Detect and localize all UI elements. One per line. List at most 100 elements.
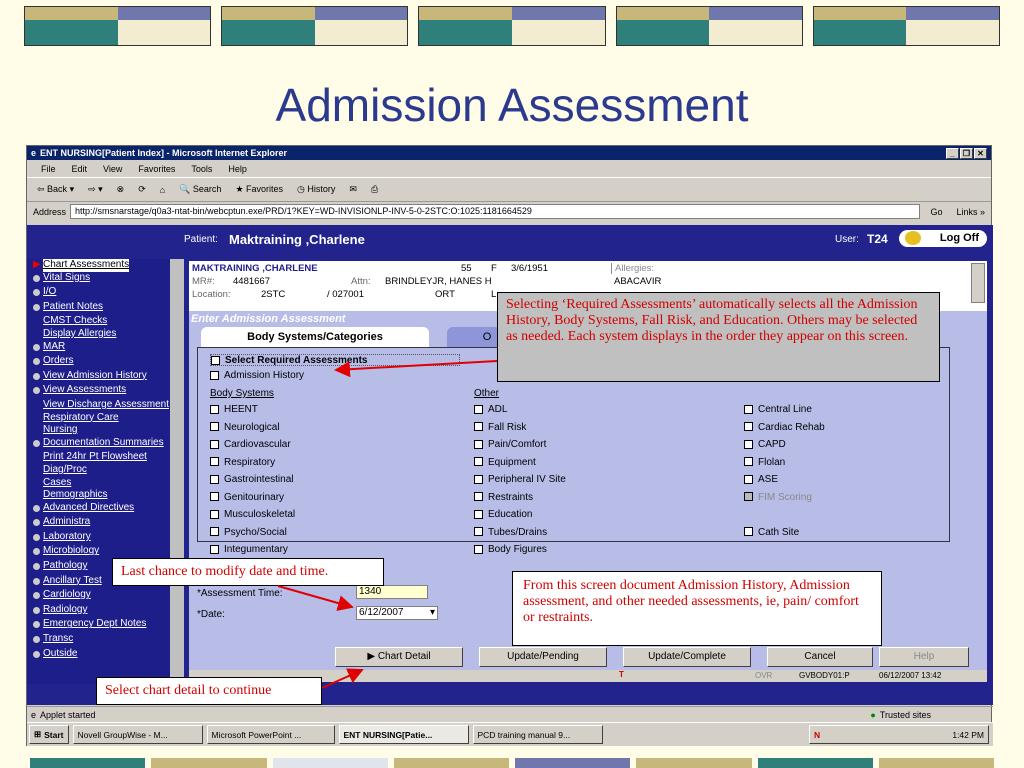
assessment-checkbox[interactable]: Restraints [474,492,566,510]
sidebar-item[interactable]: ▶ Chart Assessments [27,259,184,272]
mail-icon[interactable]: ✉ [349,184,357,195]
assessment-checkbox[interactable]: ADL [474,404,566,422]
assessment-checkbox[interactable]: Gastrointestinal [210,474,295,492]
back-button[interactable]: ⇦ Back ▾ [37,184,74,195]
help-button[interactable]: Help [879,647,969,667]
sidebar-item[interactable]: Radiology [27,604,184,619]
sidebar-item[interactable]: Patient Notes [27,301,184,316]
task-pcd-manual[interactable]: PCD training manual 9... [472,725,603,744]
assessment-checkbox[interactable]: Genitourinary [210,492,295,510]
admission-history-checkbox[interactable]: Admission History [210,370,304,381]
sidebar-item[interactable]: Documentation Summaries [27,437,184,452]
ie-icon: e [31,148,37,158]
forward-button[interactable]: ⇨ ▾ [88,184,103,195]
sidebar-item[interactable]: Diag/Proc [27,464,184,477]
bullet-icon [33,606,40,614]
assessment-checkbox[interactable]: Musculoskeletal [210,509,295,527]
assessment-checkbox[interactable]: Cath Site [744,527,825,545]
sidebar-item[interactable]: Nursing [27,424,184,437]
assessment-checkbox[interactable]: HEENT [210,404,295,422]
assessment-checkbox[interactable]: Body Figures [474,544,566,562]
sidebar-item[interactable]: Laboratory [27,531,184,546]
sidebar-item[interactable]: CMST Checks [27,315,184,328]
menu-edit[interactable]: Edit [72,164,88,174]
links-button[interactable]: Links » [956,207,985,217]
location-label: Location: [192,289,231,300]
menu-view[interactable]: View [103,164,122,174]
menu-help[interactable]: Help [228,164,247,174]
sidebar-item[interactable]: Respiratory Care [27,412,184,425]
home-icon[interactable]: ⌂ [160,185,165,195]
update-pending-button[interactable]: Update/Pending [479,647,607,667]
assessment-checkbox[interactable]: Cardiovascular [210,439,295,457]
history-button[interactable]: ◷ History [297,184,335,195]
sidebar-item[interactable]: Print 24hr Pt Flowsheet [27,451,184,464]
sidebar-item[interactable]: MAR [27,341,184,356]
stop-icon[interactable]: ⊗ [117,184,125,195]
assessment-checkbox[interactable]: FIM Scoring [744,492,825,510]
bullet-icon [33,533,40,541]
patient-scrollbar[interactable] [971,263,985,303]
assessment-checkbox[interactable]: Central Line [744,404,825,422]
date-select[interactable]: 6/12/2007 ▾ [356,606,438,620]
sidebar-item[interactable]: Cases [27,477,184,490]
assessment-checkbox[interactable]: Tubes/Drains [474,527,566,545]
sidebar-item[interactable]: View Admission History [27,370,184,385]
sidebar-item[interactable]: Vital Signs [27,272,184,287]
assessment-checkbox[interactable]: Respiratory [210,457,295,475]
assessment-checkbox[interactable]: Fall Risk [474,422,566,440]
patient-label: Patient: [184,234,218,245]
chart-detail-button[interactable]: ▶ Chart Detail [335,647,463,667]
task-powerpoint[interactable]: Microsoft PowerPoint ... [206,725,335,744]
menu-favorites[interactable]: Favorites [138,164,175,174]
sidebar-item[interactable]: Emergency Dept Notes [27,618,184,633]
sidebar-item[interactable]: View Assessments [27,384,184,399]
sidebar-item[interactable]: View Discharge Assessment [27,399,184,412]
refresh-icon[interactable]: ⟳ [138,184,146,195]
clock: 1:42 PM [952,729,984,740]
close-button[interactable]: ✕ [974,147,987,159]
assessment-checkbox[interactable]: Pain/Comfort [474,439,566,457]
assessment-checkbox[interactable]: Neurological [210,422,295,440]
assessment-checkbox[interactable]: Cardiac Rehab [744,422,825,440]
assessment-checkbox[interactable]: Equipment [474,457,566,475]
sidebar-item[interactable]: Cardiology [27,589,184,604]
cancel-button[interactable]: Cancel [767,647,873,667]
url-input[interactable]: http://smsnarstage/q0a3-ntat-bin/webcptu… [70,204,921,219]
bullet-icon [33,504,40,512]
select-required-checkbox[interactable]: Select Required Assessments [210,354,460,366]
print-icon[interactable]: ⎙ [371,184,378,195]
assessment-time-input[interactable]: 1340 [356,585,428,599]
sidebar-item[interactable]: Outside [27,648,184,663]
assessment-checkbox[interactable]: ASE [744,474,825,492]
assessment-checkbox[interactable]: CAPD [744,439,825,457]
restore-button[interactable]: ❐ [960,147,973,159]
sidebar-item[interactable]: Transc [27,633,184,648]
assessment-checkbox[interactable]: Peripheral IV Site [474,474,566,492]
sidebar-item[interactable]: I/O [27,286,184,301]
assessment-checkbox[interactable]: Psycho/Social [210,527,295,545]
tools-icon: T [619,670,624,679]
tab-body-systems[interactable]: Body Systems/Categories [201,327,429,347]
search-button[interactable]: 🔍 Search [179,184,221,195]
logoff-button[interactable]: Log Off [899,230,987,247]
assessment-checkbox[interactable]: Flolan [744,457,825,475]
update-complete-button[interactable]: Update/Complete [623,647,751,667]
menu-tools[interactable]: Tools [191,164,212,174]
favorites-button[interactable]: ★ Favorites [235,184,283,195]
minimize-button[interactable]: _ [946,147,959,159]
sidebar-item[interactable]: Advanced Directives [27,502,184,517]
go-button[interactable]: Go [930,207,942,217]
assessment-checkbox[interactable]: Education [474,509,566,527]
browser-window: e ENT NURSING[Patient Index] - Microsoft… [26,145,993,746]
sidebar-item[interactable]: Administra [27,516,184,531]
sidebar-item[interactable]: Orders [27,355,184,370]
task-groupwise[interactable]: Novell GroupWise - M... [72,725,203,744]
sidebar-item[interactable]: Display Allergies [27,328,184,341]
start-button[interactable]: ⊞ Start [29,725,69,744]
menu-file[interactable]: File [41,164,56,174]
service: ORT [435,289,455,300]
task-ent-nursing[interactable]: ENT NURSING[Patie... [338,725,469,744]
sidebar-item[interactable]: Demographics [27,489,184,502]
sidebar-scrollbar[interactable] [170,259,184,684]
